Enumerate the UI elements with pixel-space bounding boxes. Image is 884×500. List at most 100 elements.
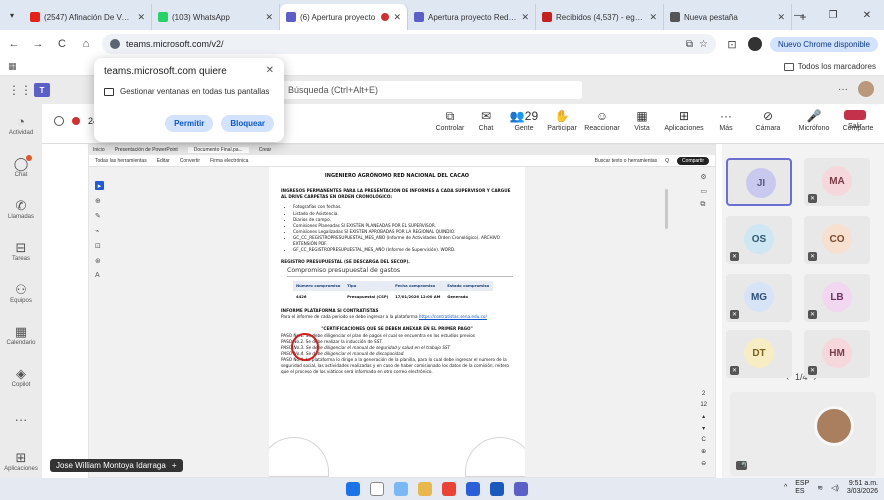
rail-item-3[interactable]: ⊟ Tareas bbox=[0, 230, 42, 272]
allow-button[interactable]: Permitir bbox=[165, 115, 214, 132]
text-tool-icon[interactable]: A bbox=[95, 272, 104, 279]
bookmark-star-icon[interactable]: ☆ bbox=[699, 39, 708, 50]
extensions-icon[interactable]: ⊡ bbox=[724, 38, 740, 51]
pen-tool-icon[interactable]: ✎ bbox=[95, 212, 104, 220]
chrome-icon[interactable] bbox=[442, 482, 456, 496]
profile-avatar[interactable] bbox=[747, 37, 762, 51]
chrome-update-button[interactable]: Nuevo Chrome disponible bbox=[769, 36, 878, 52]
word-icon[interactable] bbox=[490, 482, 504, 496]
zoom-in-icon[interactable]: ⊕ bbox=[701, 448, 706, 455]
control-micrófono[interactable]: 🎤 Micrófono bbox=[794, 110, 834, 132]
browser-tab[interactable]: (2547) Afinación De Voz C: ✕ bbox=[24, 4, 152, 30]
refresh-icon[interactable]: C bbox=[701, 437, 705, 443]
control-participar[interactable]: ✋ Participar bbox=[542, 110, 582, 132]
start-icon[interactable] bbox=[346, 482, 360, 496]
control-aplicaciones[interactable]: ⊞ Aplicaciones bbox=[664, 110, 704, 132]
pdf-menu-item[interactable]: Editar bbox=[157, 158, 170, 164]
pdf-tab[interactable]: Inicio bbox=[93, 147, 105, 153]
teams-search-input[interactable]: Búsqueda (Ctrl+Alt+E) bbox=[282, 81, 582, 99]
participant-tile[interactable]: DT ✕ bbox=[726, 330, 792, 378]
tab-search-chevron-icon[interactable]: ▾ bbox=[0, 0, 24, 30]
page-down-icon[interactable]: ▾ bbox=[702, 425, 705, 432]
file-explorer-icon[interactable] bbox=[418, 482, 432, 496]
site-info-icon[interactable] bbox=[110, 39, 120, 49]
lang-indicator[interactable]: ESP ES bbox=[795, 480, 809, 495]
clock[interactable]: 9:51 a.m. 3/03/2026 bbox=[847, 480, 878, 495]
pdf-menu-item[interactable]: Todas las herramientas bbox=[95, 158, 147, 164]
tab-close-icon[interactable]: ✕ bbox=[649, 12, 657, 23]
participant-tile[interactable]: MG ✕ bbox=[726, 274, 792, 322]
widgets-icon[interactable] bbox=[394, 482, 408, 496]
highlight-tool-icon[interactable]: ⌁ bbox=[95, 227, 104, 235]
participant-tile[interactable]: MA ✕ bbox=[804, 158, 870, 206]
zoom-out-icon[interactable]: ⊖ bbox=[701, 460, 706, 467]
browser-tab[interactable]: Nueva pestaña ✕ bbox=[664, 4, 792, 30]
rail-item-0[interactable]: ◔ Actividad bbox=[0, 104, 42, 146]
install-app-icon[interactable]: ⧉ bbox=[686, 39, 693, 50]
self-video-tile[interactable]: 🎤̸ bbox=[730, 392, 876, 476]
comment-icon[interactable]: ▭ bbox=[700, 187, 707, 195]
back-icon[interactable]: ← bbox=[6, 38, 22, 50]
block-button[interactable]: Bloquear bbox=[221, 115, 274, 132]
rail-item-2[interactable]: ✆ Llamadas bbox=[0, 188, 42, 230]
search-icon[interactable] bbox=[370, 482, 384, 496]
all-bookmarks-folder[interactable]: Todos los marcadores bbox=[783, 62, 876, 71]
participant-tile[interactable]: CO ✕ bbox=[804, 216, 870, 264]
rail-item-5[interactable]: ▦ Calendario bbox=[0, 314, 42, 356]
rail-item-1[interactable]: ◯ Chat bbox=[0, 146, 42, 188]
reload-icon[interactable]: C bbox=[54, 38, 70, 50]
maximize-icon[interactable]: ❐ bbox=[816, 0, 850, 30]
current-page[interactable]: 2 bbox=[702, 391, 705, 397]
rail-item-4[interactable]: ⚇ Equipos bbox=[0, 272, 42, 314]
browser-tab[interactable]: Apertura proyecto Red Na ✕ bbox=[408, 4, 536, 30]
pdf-tab[interactable]: Documento Final.pa... bbox=[187, 147, 249, 153]
text-box-tool-icon[interactable]: ⊡ bbox=[95, 242, 104, 250]
page-up-icon[interactable]: ▴ bbox=[702, 413, 705, 420]
pdf-scrollbar[interactable] bbox=[665, 189, 668, 229]
participant-tile[interactable]: LB ✕ bbox=[804, 274, 870, 322]
home-icon[interactable]: ⌂ bbox=[78, 38, 94, 50]
pdf-search-icon[interactable]: Q bbox=[665, 158, 669, 164]
tab-close-icon[interactable]: ✕ bbox=[393, 12, 401, 23]
pdf-share-button[interactable]: Compartir bbox=[677, 156, 709, 165]
ai-assistant-icon[interactable]: ⚙ bbox=[700, 173, 707, 181]
tray-overflow-icon[interactable]: ^ bbox=[784, 484, 787, 491]
browser-tab[interactable]: (6) Apertura proyecto ✕ bbox=[280, 4, 408, 30]
participant-tile[interactable]: OS ✕ bbox=[726, 216, 792, 264]
close-window-icon[interactable]: ✕ bbox=[850, 0, 884, 30]
pdf-tab[interactable]: Crear bbox=[259, 147, 272, 153]
control-gente[interactable]: 👥29 Gente bbox=[504, 110, 544, 132]
pdf-tab[interactable]: Presentación de PowerPoint bbox=[115, 147, 178, 153]
rail-item-6[interactable]: ◈ Copilot bbox=[0, 356, 42, 398]
tab-close-icon[interactable]: ✕ bbox=[265, 12, 273, 23]
browser-tab[interactable]: Recibidos (4,537) - egelve ✕ bbox=[536, 4, 664, 30]
teams-app-icon[interactable] bbox=[514, 482, 528, 496]
tab-close-icon[interactable]: ✕ bbox=[137, 12, 145, 23]
teams-taskbar-icon[interactable] bbox=[466, 482, 480, 496]
wifi-icon[interactable]: ≋ bbox=[817, 484, 823, 492]
control-chat[interactable]: ✉ Chat bbox=[466, 110, 506, 132]
stamp-tool-icon[interactable]: ⊛ bbox=[95, 257, 104, 265]
my-avatar[interactable] bbox=[858, 81, 874, 97]
rail-item-8[interactable]: ⊞ Aplicaciones bbox=[0, 440, 42, 482]
tab-close-icon[interactable]: ✕ bbox=[521, 12, 529, 23]
leave-button[interactable]: Salir bbox=[834, 110, 876, 130]
participant-tile[interactable]: HM ✕ bbox=[804, 330, 870, 378]
forward-icon[interactable]: → bbox=[30, 38, 46, 50]
zoom-tool-icon[interactable]: ⊕ bbox=[95, 197, 104, 205]
participant-tile[interactable]: JI bbox=[726, 158, 792, 206]
contratistas-link[interactable]: https://contratistas.sena.edu.co/ bbox=[419, 314, 487, 319]
volume-icon[interactable]: ◁) bbox=[831, 484, 839, 492]
minimize-icon[interactable]: — bbox=[782, 0, 816, 30]
control-cámara[interactable]: ⊘ Cámara bbox=[748, 110, 788, 132]
popup-close-icon[interactable]: ✕ bbox=[266, 65, 274, 76]
select-tool-icon[interactable]: ▸ bbox=[95, 181, 104, 190]
bookmark-icon[interactable]: ⧉ bbox=[700, 201, 707, 209]
pdf-menu-item[interactable]: Convertir bbox=[180, 158, 200, 164]
expand-icon[interactable]: + bbox=[172, 461, 177, 470]
app-launcher-icon[interactable]: ⋮⋮ bbox=[8, 83, 34, 97]
browser-tab[interactable]: (103) WhatsApp ✕ bbox=[152, 4, 280, 30]
pdf-menu-item[interactable]: Firma electrónica bbox=[210, 158, 248, 164]
apps-grid-icon[interactable]: ▦ bbox=[8, 61, 17, 72]
control-vista[interactable]: ▦ Vista bbox=[622, 110, 662, 132]
